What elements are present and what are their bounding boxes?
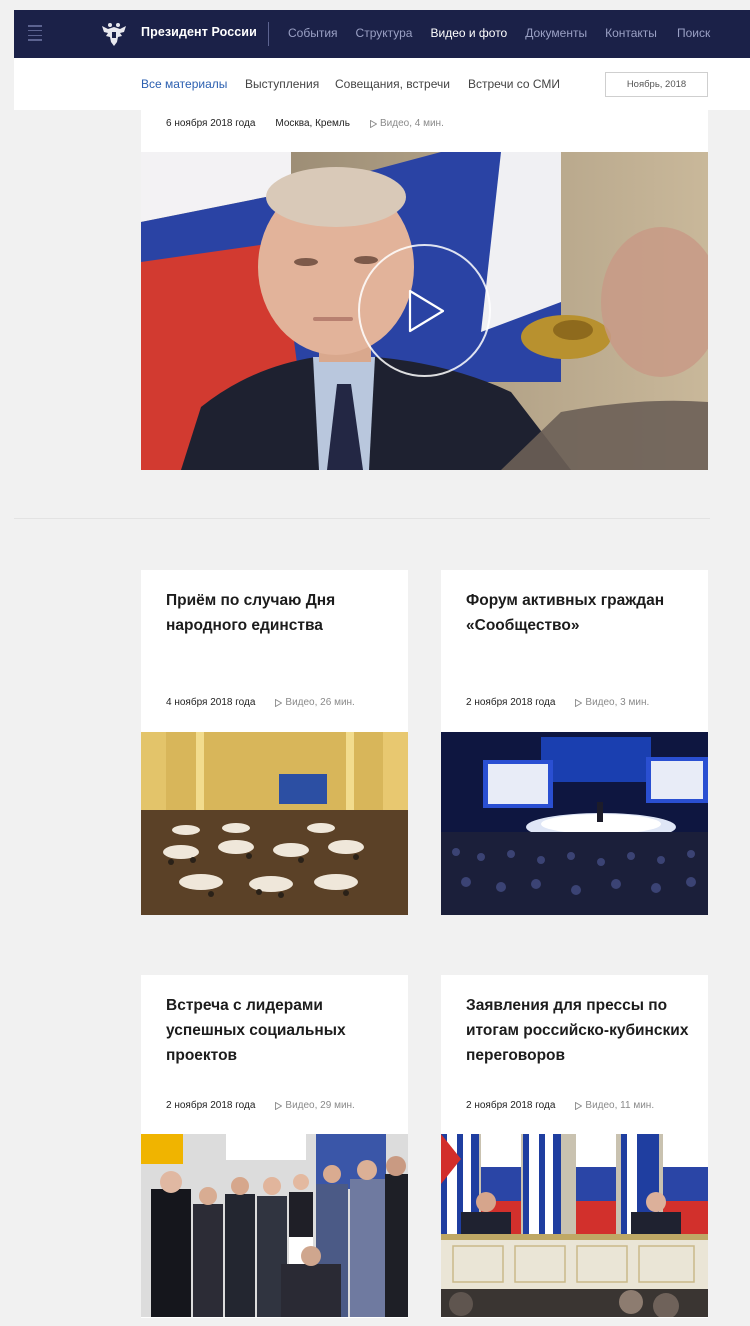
video-card: Встреча с лидерами успешных социальных п…: [141, 975, 408, 1318]
featured-location: Москва, Кремль: [275, 118, 350, 129]
card-title[interactable]: Заявления для прессы по итогам российско…: [466, 993, 691, 1068]
double-headed-eagle-icon[interactable]: [100, 20, 128, 48]
tab-media-meetings[interactable]: Встречи со СМИ: [468, 77, 560, 91]
card-thumbnail[interactable]: [141, 732, 408, 915]
featured-duration: Видео, 4 мин.: [370, 118, 444, 129]
hall-reception-photo: [141, 732, 408, 915]
featured-duration-text: Видео, 4 мин.: [379, 118, 444, 129]
card-duration: Видео, 11 мин.: [575, 1100, 654, 1111]
nav-documents[interactable]: Документы: [525, 26, 587, 40]
video-triangle-icon: [575, 698, 583, 707]
nav-contacts[interactable]: Контакты: [605, 26, 657, 40]
main-nav: События Структура Видео и фото Документы…: [288, 26, 710, 40]
card-meta: 4 ноября 2018 года Видео, 26 мин.: [166, 697, 355, 708]
nav-video-photo[interactable]: Видео и фото: [430, 26, 507, 40]
section-divider: [14, 518, 710, 519]
card-date: 2 ноября 2018 года: [166, 1100, 256, 1111]
card-title[interactable]: Приём по случаю Дня народного единства: [166, 588, 391, 638]
tab-all-materials[interactable]: Все материалы: [141, 77, 227, 91]
press-statements-photo: [441, 1134, 708, 1317]
card-title[interactable]: Форум активных граждан «Сообщество»: [466, 588, 691, 638]
video-triangle-icon: [275, 1101, 283, 1110]
card-meta: 2 ноября 2018 года Видео, 29 мин.: [166, 1100, 355, 1111]
card-date: 4 ноября 2018 года: [166, 697, 256, 708]
social-projects-meeting-photo: [141, 1134, 408, 1317]
card-duration-text: Видео, 29 мин.: [285, 1100, 355, 1111]
nav-structure[interactable]: Структура: [356, 26, 413, 40]
video-triangle-icon: [370, 119, 377, 128]
hamburger-menu-icon[interactable]: [28, 25, 42, 41]
forum-stage-photo: [441, 732, 708, 915]
card-duration-text: Видео, 26 мин.: [285, 697, 355, 708]
tab-speeches[interactable]: Выступления: [245, 77, 319, 91]
video-card: Форум активных граждан «Сообщество» 2 но…: [441, 570, 708, 915]
play-icon: [408, 289, 445, 333]
site-title[interactable]: Президент России: [141, 25, 257, 39]
video-triangle-icon: [575, 1101, 583, 1110]
card-meta: 2 ноября 2018 года Видео, 3 мин.: [466, 697, 649, 708]
video-card: Заявления для прессы по итогам российско…: [441, 975, 708, 1318]
date-filter-select[interactable]: Ноябрь, 2018: [605, 72, 708, 97]
tab-meetings[interactable]: Совещания, встречи: [335, 77, 450, 91]
video-card: Приём по случаю Дня народного единства 4…: [141, 570, 408, 915]
card-thumbnail[interactable]: [441, 1134, 708, 1317]
nav-search[interactable]: Поиск: [677, 26, 710, 40]
sub-navigation: Все материалы Выступления Совещания, вст…: [14, 58, 750, 110]
featured-meta: 6 ноября 2018 года Москва, Кремль Видео,…: [166, 118, 444, 129]
card-meta: 2 ноября 2018 года Видео, 11 мин.: [466, 1100, 654, 1111]
top-navigation-bar: Президент России События Структура Видео…: [14, 10, 750, 58]
card-duration: Видео, 3 мин.: [575, 697, 649, 708]
play-button[interactable]: [358, 244, 491, 377]
card-date: 2 ноября 2018 года: [466, 697, 556, 708]
featured-date: 6 ноября 2018 года: [166, 118, 256, 129]
card-date: 2 ноября 2018 года: [466, 1100, 556, 1111]
card-duration-text: Видео, 11 мин.: [585, 1100, 655, 1111]
card-duration: Видео, 26 мин.: [275, 697, 355, 708]
card-thumbnail[interactable]: [441, 732, 708, 915]
title-divider: [268, 22, 269, 46]
card-thumbnail[interactable]: [141, 1134, 408, 1317]
nav-events[interactable]: События: [288, 26, 338, 40]
featured-video: 6 ноября 2018 года Москва, Кремль Видео,…: [141, 110, 708, 470]
card-duration-text: Видео, 3 мин.: [585, 697, 650, 708]
card-duration: Видео, 29 мин.: [275, 1100, 355, 1111]
featured-video-thumbnail[interactable]: [141, 152, 708, 470]
video-triangle-icon: [275, 698, 283, 707]
card-title[interactable]: Встреча с лидерами успешных социальных п…: [166, 993, 391, 1068]
